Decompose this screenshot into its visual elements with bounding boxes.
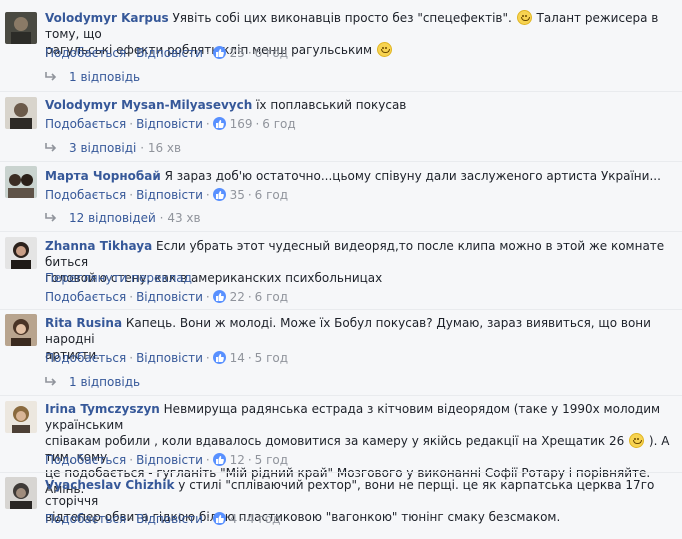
reply-link[interactable]: Відповісти — [136, 453, 203, 467]
divider — [0, 309, 682, 310]
smile-emoji-icon — [516, 10, 532, 25]
divider — [0, 231, 682, 232]
thumbs-up-icon — [212, 188, 226, 201]
comment-text: Капець. Вони ж молоді. Може їх Бобул пок… — [45, 316, 651, 346]
comment-actions: Подобається · Відповісти · 4 · 4 год — [45, 512, 281, 526]
reply-link[interactable]: Відповісти — [136, 188, 203, 202]
view-replies-link[interactable]: 3 відповіді · 16 хв — [45, 140, 181, 156]
reply-arrow-icon — [45, 213, 57, 222]
replies-count: 3 відповіді — [69, 141, 137, 155]
like-link[interactable]: Подобається — [45, 512, 126, 526]
comment-actions: Подобається · Відповісти · 35 · 6 год — [45, 188, 289, 202]
reply-arrow-icon — [45, 72, 57, 81]
like-count[interactable]: 25 — [230, 46, 245, 60]
divider — [0, 472, 682, 473]
thumbs-up-icon — [212, 46, 226, 59]
comment-text: Я зараз доб'ю остаточно...цьому співуну … — [164, 169, 661, 183]
timestamp[interactable]: 4 год — [247, 512, 280, 526]
comment-author[interactable]: Volodymyr Mysan-Milyasevych — [45, 98, 252, 112]
thumbs-up-icon — [212, 453, 226, 466]
like-link[interactable]: Подобається — [45, 453, 126, 467]
avatar[interactable] — [5, 314, 37, 346]
smile-emoji-icon — [376, 42, 392, 57]
timestamp: 16 хв — [147, 141, 182, 155]
comment-text: їх поплавський покусав — [256, 98, 407, 112]
comment-actions: Подобається · Відповісти · 169 · 6 год — [45, 117, 296, 131]
like-count[interactable]: 35 — [230, 188, 245, 202]
timestamp[interactable]: 6 год — [255, 290, 288, 304]
divider — [0, 395, 682, 396]
like-count[interactable]: 4 — [230, 512, 238, 526]
view-replies-link[interactable]: 1 відповідь — [45, 374, 140, 390]
reply-link[interactable]: Відповісти — [136, 290, 203, 304]
timestamp[interactable]: 6 год — [255, 188, 288, 202]
like-count[interactable]: 169 — [230, 117, 253, 131]
reply-link[interactable]: Відповісти — [136, 46, 203, 60]
reply-link[interactable]: Відповісти — [136, 117, 203, 131]
view-replies-link[interactable]: 1 відповідь — [45, 69, 140, 85]
replies-count: 1 відповідь — [69, 70, 141, 84]
comment-author[interactable]: Vyacheslav Chizhik — [45, 478, 174, 492]
thumbs-up-icon — [212, 351, 226, 364]
comment-text: співакам робили , коли вдавалось домовит… — [45, 434, 625, 448]
comment-author[interactable]: Volodymyr Karpus — [45, 11, 169, 25]
comment-author[interactable]: Irina Tymczyszyn — [45, 402, 160, 416]
divider — [0, 91, 682, 92]
like-link[interactable]: Подобається — [45, 351, 126, 365]
comment-actions: Подобається · Відповісти · 22 · 6 год — [45, 290, 289, 304]
avatar[interactable] — [5, 477, 37, 509]
reply-arrow-icon — [45, 377, 57, 386]
timestamp[interactable]: 5 год — [255, 453, 288, 467]
reply-arrow-icon — [45, 143, 57, 152]
see-translation-link[interactable]: Переглянути переклад — [45, 270, 192, 286]
timestamp[interactable]: 6 год — [262, 117, 295, 131]
replies-count: 12 відповідей — [69, 211, 156, 225]
replies-count: 1 відповідь — [69, 375, 141, 389]
reply-link[interactable]: Відповісти — [136, 512, 203, 526]
like-link[interactable]: Подобається — [45, 117, 126, 131]
timestamp[interactable]: 6 год — [255, 46, 288, 60]
avatar[interactable] — [5, 166, 37, 198]
divider — [0, 161, 682, 162]
thumbs-up-icon — [212, 290, 226, 303]
like-count[interactable]: 22 — [230, 290, 245, 304]
like-link[interactable]: Подобається — [45, 46, 126, 60]
timestamp: 43 хв — [167, 211, 201, 225]
like-count[interactable]: 12 — [230, 453, 245, 467]
thumbs-up-icon — [212, 512, 226, 525]
comment-body: Volodymyr Mysan-Milyasevych їх поплавськ… — [45, 97, 670, 113]
like-count[interactable]: 14 — [230, 351, 245, 365]
view-replies-link[interactable]: 12 відповідей · 43 хв — [45, 210, 201, 226]
reply-link[interactable]: Відповісти — [136, 351, 203, 365]
comment-body: Марта Чорнобай Я зараз доб'ю остаточно..… — [45, 168, 670, 184]
like-link[interactable]: Подобається — [45, 290, 126, 304]
comment-actions: Подобається · Відповісти · 12 · 5 год — [45, 453, 289, 467]
timestamp[interactable]: 5 год — [255, 351, 288, 365]
comment-author[interactable]: Rita Rusina — [45, 316, 122, 330]
thumbs-up-icon — [212, 117, 226, 130]
avatar[interactable] — [5, 401, 37, 433]
avatar[interactable] — [5, 12, 37, 44]
comment-actions: Подобається · Відповісти · 25 · 6 год — [45, 46, 289, 60]
comment-actions: Подобається · Відповісти · 14 · 5 год — [45, 351, 289, 365]
smile-emoji-icon — [629, 433, 645, 448]
like-link[interactable]: Подобається — [45, 188, 126, 202]
comment-author[interactable]: Марта Чорнобай — [45, 169, 161, 183]
comment-text: Уявіть собі цих виконавців просто без "с… — [172, 11, 512, 25]
avatar[interactable] — [5, 237, 37, 269]
avatar[interactable] — [5, 97, 37, 129]
comment-author[interactable]: Zhanna Tikhaya — [45, 239, 152, 253]
